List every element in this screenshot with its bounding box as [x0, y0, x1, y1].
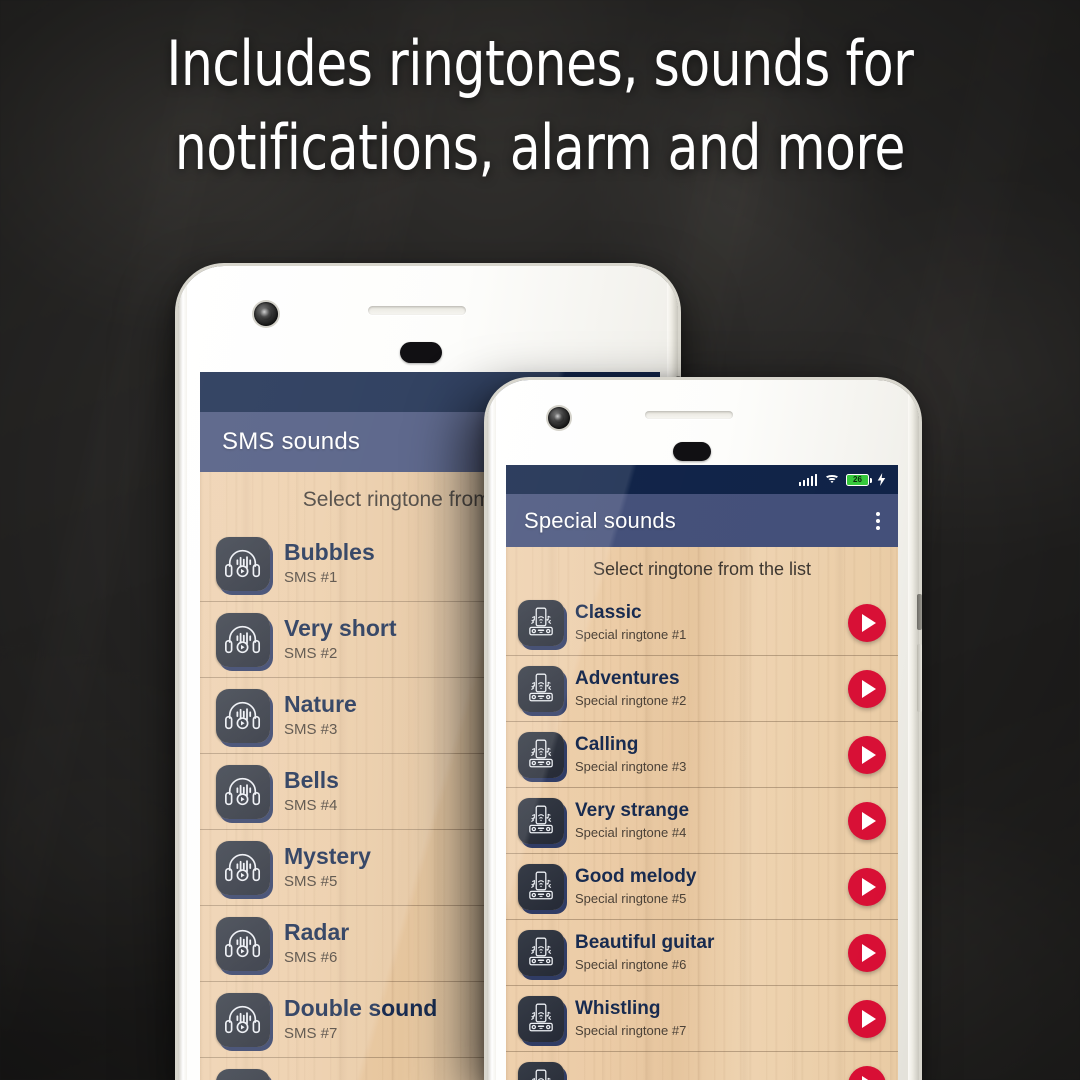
- list-item-texts: Very strange Special ringtone #4: [575, 800, 837, 841]
- earpiece-speaker: [645, 411, 733, 419]
- list-item-subtitle: Special ringtone #7: [575, 1023, 687, 1038]
- phone-screen-right: 26 Special sounds Select ringtone from t…: [506, 465, 898, 1080]
- list-item-subtitle: Special ringtone #2: [575, 693, 687, 708]
- play-button[interactable]: [848, 1065, 886, 1080]
- play-triangle-icon: [862, 745, 876, 764]
- list-item[interactable]: Calling Special ringtone #3: [506, 722, 898, 788]
- battery-level-label: 26: [853, 474, 862, 484]
- headline-line-2: notifications, alarm and more: [174, 111, 906, 184]
- play-triangle-icon: [862, 811, 876, 830]
- phone-dock-icon: [518, 599, 564, 646]
- app-bar-title-right: Special sounds: [524, 507, 677, 533]
- list-item-subtitle: Special ringtone #4: [575, 825, 687, 840]
- list-item[interactable]: Adventures Special ringtone #2: [506, 656, 898, 722]
- list-item-texts: Adventures Special ringtone #2: [575, 668, 837, 709]
- list-item-subtitle: Special ringtone #3: [575, 759, 687, 774]
- play-triangle-icon: [862, 877, 876, 896]
- power-button[interactable]: [917, 594, 922, 630]
- list-item-title: Classic: [575, 602, 642, 623]
- list-item-title: Whistling: [575, 998, 661, 1019]
- play-triangle-icon: [862, 1075, 876, 1080]
- list-item[interactable]: [506, 1052, 898, 1080]
- play-button[interactable]: [848, 603, 886, 642]
- list-item[interactable]: Very strange Special ringtone #4: [506, 788, 898, 854]
- play-button[interactable]: [848, 801, 886, 840]
- list-item-title: Beautiful guitar: [575, 932, 715, 953]
- overflow-menu-icon[interactable]: [876, 511, 880, 530]
- list-item-texts: Calling Special ringtone #3: [575, 734, 837, 775]
- page-title: Includes ringtones, sounds for notificat…: [54, 22, 1026, 190]
- sensor-pill: [673, 442, 711, 461]
- list-item-title: Adventures: [575, 668, 680, 689]
- phone-dock-icon: [518, 797, 564, 844]
- list-header-right: Select ringtone from the list: [592, 559, 812, 579]
- list-item-texts: Beautiful guitar Special ringtone #6: [575, 932, 837, 973]
- phone-mockup-right: 26 Special sounds Select ringtone from t…: [487, 380, 922, 1080]
- phone-dock-icon: [518, 863, 564, 910]
- play-triangle-icon: [862, 943, 876, 962]
- play-button[interactable]: [848, 867, 886, 906]
- phone-dock-icon: [518, 665, 564, 712]
- earpiece-speaker: [368, 306, 466, 315]
- battery-icon: 26: [846, 473, 872, 486]
- list-item-texts: Whistling Special ringtone #7: [575, 998, 837, 1039]
- headphones-icon: [216, 688, 270, 743]
- headphones-icon: [216, 916, 270, 971]
- app-bar-right: Special sounds: [506, 494, 898, 547]
- front-camera-icon: [548, 407, 570, 429]
- app-bar-title-left: SMS sounds: [222, 428, 361, 455]
- list-item[interactable]: Whistling Special ringtone #7: [506, 986, 898, 1052]
- headphones-icon: [216, 840, 270, 895]
- signal-bars-icon: [798, 473, 817, 486]
- play-button[interactable]: [848, 999, 886, 1038]
- play-triangle-icon: [862, 613, 876, 632]
- charging-bolt-icon: [877, 473, 886, 486]
- play-button[interactable]: [848, 669, 886, 708]
- ringtone-list-right[interactable]: Select ringtone from the list Classic Spe…: [506, 547, 898, 1080]
- wifi-icon: [824, 474, 839, 486]
- phone-dock-icon: [518, 995, 564, 1042]
- list-item-subtitle: Special ringtone #1: [575, 627, 687, 642]
- play-button[interactable]: [848, 735, 886, 774]
- play-triangle-icon: [862, 679, 876, 698]
- list-item-title: Good melody: [575, 866, 697, 887]
- list-item[interactable]: Good melody Special ringtone #5: [506, 854, 898, 920]
- list-item[interactable]: Beautiful guitar Special ringtone #6: [506, 920, 898, 986]
- front-camera-icon: [254, 302, 278, 326]
- play-button[interactable]: [848, 933, 886, 972]
- list-item-texts: Classic Special ringtone #1: [575, 602, 837, 643]
- phone-dock-icon: [518, 731, 564, 778]
- status-bar-right: 26: [506, 465, 898, 494]
- list-item-title: Calling: [575, 734, 639, 755]
- headphones-icon: [216, 764, 270, 819]
- headphones-icon: [216, 1068, 270, 1080]
- sensor-pill: [400, 342, 442, 363]
- headphones-icon: [216, 536, 270, 591]
- headphones-icon: [216, 612, 270, 667]
- list-item[interactable]: Classic Special ringtone #1: [506, 590, 898, 656]
- list-item-texts: Good melody Special ringtone #5: [575, 866, 837, 907]
- list-item-title: Very strange: [575, 800, 690, 821]
- list-item-subtitle: Special ringtone #5: [575, 891, 687, 906]
- phone-dock-icon: [518, 929, 564, 976]
- volume-button[interactable]: [917, 644, 922, 712]
- phone-dock-icon: [518, 1061, 564, 1080]
- play-triangle-icon: [862, 1009, 876, 1028]
- list-item-subtitle: Special ringtone #6: [575, 957, 687, 972]
- headline-line-1: Includes ringtones, sounds for: [166, 27, 914, 100]
- headphones-icon: [216, 992, 270, 1047]
